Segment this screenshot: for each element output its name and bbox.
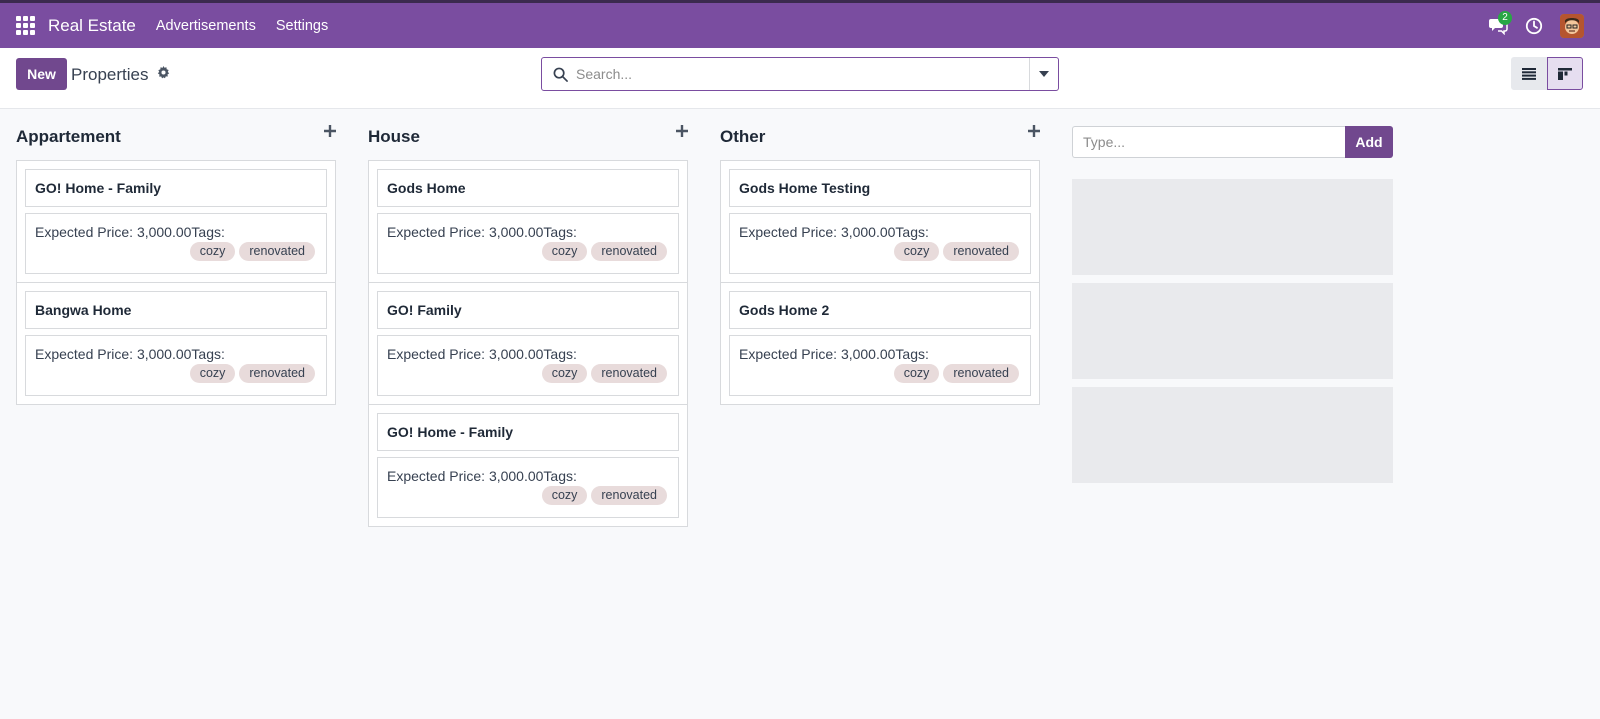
record-details: Expected Price: 3,000.00Tags: cozy renov…: [377, 335, 679, 396]
tag-badge: cozy: [189, 242, 236, 261]
column-header: House: [368, 120, 688, 150]
tag-badge: cozy: [541, 364, 588, 383]
record-name: GO! Home - Family: [377, 413, 679, 451]
tag-badge: cozy: [541, 242, 588, 261]
quick-create-column: Add: [1072, 126, 1393, 158]
record-details: Expected Price: 3,000.00Tags: cozy renov…: [729, 213, 1031, 274]
tag-badge: cozy: [893, 364, 940, 383]
navbar-systray: 2: [1480, 3, 1600, 48]
record-details: Expected Price: 3,000.00Tags: cozy renov…: [377, 457, 679, 518]
column-records: Gods Home Testing Expected Price: 3,000.…: [720, 160, 1040, 405]
plus-icon[interactable]: [324, 124, 336, 140]
column-records: Gods Home Expected Price: 3,000.00Tags: …: [368, 160, 688, 527]
kanban-view-button[interactable]: [1547, 57, 1583, 90]
app-name[interactable]: Real Estate: [48, 16, 136, 36]
record-name: GO! Home - Family: [25, 169, 327, 207]
record-name: Bangwa Home: [25, 291, 327, 329]
list-view-button[interactable]: [1511, 57, 1547, 90]
search-icon: [553, 67, 568, 82]
tag-badge: renovated: [943, 242, 1019, 261]
view-switcher: [1511, 57, 1583, 90]
record-details: Expected Price: 3,000.00Tags: cozy renov…: [25, 213, 327, 274]
ghost-column-placeholder: [1072, 387, 1393, 483]
kanban-record[interactable]: Gods Home 2 Expected Price: 3,000.00Tags…: [721, 283, 1039, 404]
avatar[interactable]: [1560, 13, 1584, 38]
record-name: Gods Home: [377, 169, 679, 207]
tag-list: cozy renovated: [541, 364, 667, 383]
add-column-button[interactable]: Add: [1345, 126, 1393, 158]
clock-icon: [1525, 17, 1543, 34]
column-header: Appartement: [16, 120, 336, 150]
kanban-record[interactable]: Bangwa Home Expected Price: 3,000.00Tags…: [17, 283, 335, 404]
record-name: Gods Home Testing: [729, 169, 1031, 207]
avatar-image: [1560, 13, 1584, 38]
kanban-record[interactable]: Gods Home Testing Expected Price: 3,000.…: [721, 161, 1039, 283]
column-title: Other: [720, 127, 766, 146]
caret-down-icon: [1039, 71, 1049, 77]
tag-badge: renovated: [239, 242, 315, 261]
ghost-column-placeholder: [1072, 179, 1393, 275]
menu-settings[interactable]: Settings: [276, 18, 328, 34]
record-name: Gods Home 2: [729, 291, 1031, 329]
search-input[interactable]: [576, 58, 1029, 90]
tag-list: cozy renovated: [189, 364, 315, 383]
tag-badge: cozy: [189, 364, 236, 383]
control-panel: New Properties: [0, 48, 1600, 109]
kanban-record[interactable]: GO! Family Expected Price: 3,000.00Tags:…: [369, 283, 687, 405]
tag-badge: renovated: [591, 486, 667, 505]
expected-price: Expected Price: 3,000.00Tags:: [35, 346, 225, 362]
page-title: Properties: [71, 65, 149, 84]
menu-advertisements[interactable]: Advertisements: [156, 18, 256, 34]
expected-price: Expected Price: 3,000.00Tags:: [739, 346, 929, 362]
expected-price: Expected Price: 3,000.00Tags:: [387, 224, 577, 240]
tag-list: cozy renovated: [893, 364, 1019, 383]
new-button[interactable]: New: [16, 58, 67, 90]
tag-badge: renovated: [943, 364, 1019, 383]
search-options-toggle[interactable]: [1029, 58, 1058, 90]
ghost-column-placeholder: [1072, 283, 1393, 379]
kanban-column-appartement: Appartement GO! Home - Family Expected P…: [16, 120, 336, 405]
record-name: GO! Family: [377, 291, 679, 329]
kanban-column-other: Other Gods Home Testing Expected Price: …: [720, 120, 1040, 405]
chat-button[interactable]: 2: [1480, 3, 1516, 48]
expected-price: Expected Price: 3,000.00Tags:: [739, 224, 929, 240]
chat-count-badge: 2: [1498, 11, 1512, 25]
activity-button[interactable]: [1516, 3, 1552, 48]
search-bar: [541, 57, 1059, 91]
expected-price: Expected Price: 3,000.00Tags:: [387, 346, 577, 362]
top-navbar: Real Estate Advertisements Settings 2: [0, 0, 1600, 48]
tag-badge: renovated: [591, 364, 667, 383]
column-title: Appartement: [16, 127, 121, 146]
gear-icon[interactable]: [157, 66, 170, 82]
tag-badge: renovated: [239, 364, 315, 383]
kanban-column-house: House Gods Home Expected Price: 3,000.00…: [368, 120, 688, 527]
tag-badge: cozy: [541, 486, 588, 505]
plus-icon[interactable]: [1028, 124, 1040, 140]
kanban-record[interactable]: GO! Home - Family Expected Price: 3,000.…: [369, 405, 687, 526]
tag-list: cozy renovated: [893, 242, 1019, 261]
kanban-icon: [1558, 67, 1572, 80]
column-records: GO! Home - Family Expected Price: 3,000.…: [16, 160, 336, 405]
expected-price: Expected Price: 3,000.00Tags:: [387, 468, 577, 484]
plus-icon[interactable]: [676, 124, 688, 140]
record-details: Expected Price: 3,000.00Tags: cozy renov…: [729, 335, 1031, 396]
kanban-record[interactable]: Gods Home Expected Price: 3,000.00Tags: …: [369, 161, 687, 283]
record-details: Expected Price: 3,000.00Tags: cozy renov…: [25, 335, 327, 396]
apps-grid-icon[interactable]: [16, 15, 36, 36]
kanban-record[interactable]: GO! Home - Family Expected Price: 3,000.…: [17, 161, 335, 283]
record-details: Expected Price: 3,000.00Tags: cozy renov…: [377, 213, 679, 274]
column-header: Other: [720, 120, 1040, 150]
tag-list: cozy renovated: [189, 242, 315, 261]
tag-badge: cozy: [893, 242, 940, 261]
column-title: House: [368, 127, 420, 146]
tag-list: cozy renovated: [541, 486, 667, 505]
tag-badge: renovated: [591, 242, 667, 261]
list-icon: [1522, 67, 1536, 80]
column-name-input[interactable]: [1072, 126, 1345, 158]
tag-list: cozy renovated: [541, 242, 667, 261]
expected-price: Expected Price: 3,000.00Tags:: [35, 224, 225, 240]
